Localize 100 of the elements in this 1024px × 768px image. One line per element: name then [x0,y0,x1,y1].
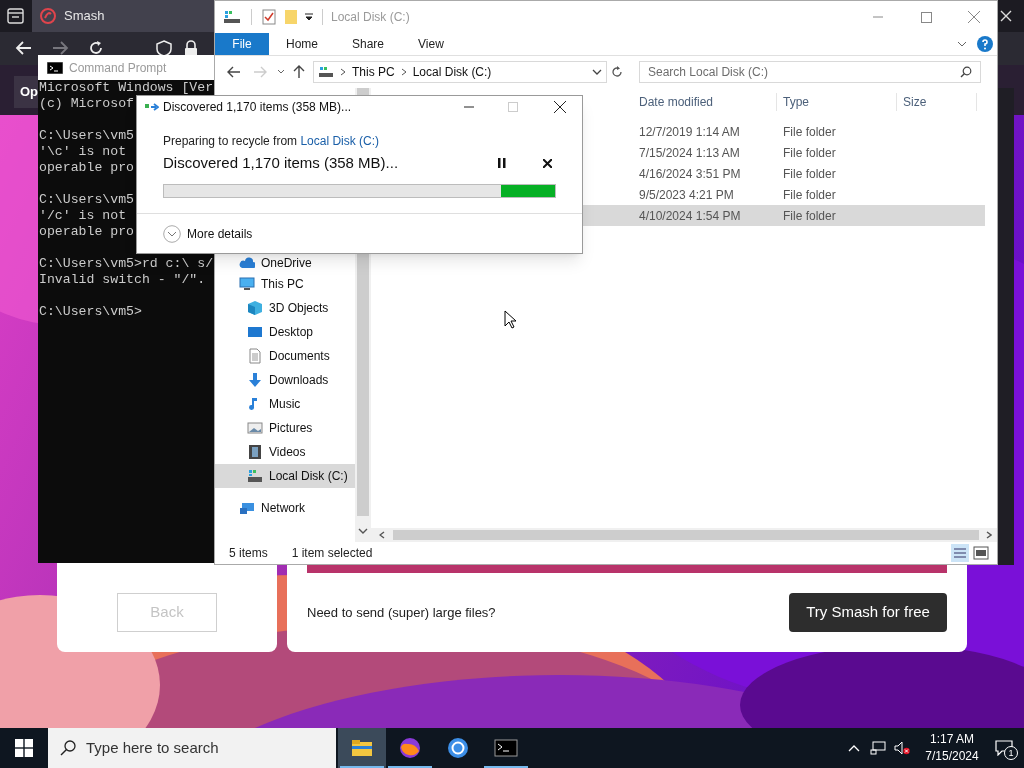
drive-icon [318,66,334,78]
search-icon [60,740,76,756]
nav-item[interactable]: Downloads [215,368,355,392]
table-cell-text: 7/15/2024 1:13 AM [638,144,741,162]
progress-heading: Discovered 1,170 items (358 MB)... [163,153,400,173]
menu-button[interactable]: Op [14,76,38,108]
computer-icon [239,276,255,292]
try-button[interactable]: Try Smash for free [789,593,947,632]
ribbon-tab[interactable]: File [215,33,269,55]
search-icon [960,66,972,78]
nav-item[interactable]: Music [215,392,355,416]
console-line: '/c' is not [39,208,127,224]
notification-count: 1 [1004,746,1018,760]
reload-icon[interactable] [88,40,104,56]
back-arrow-icon[interactable] [227,66,241,78]
table-cell-text: File folder [782,144,837,162]
nav-item[interactable]: Network [215,496,355,520]
dropdown-icon[interactable] [304,12,314,22]
dialog-title: Discovered 1,170 items (358 MB)... [163,99,352,116]
tiles-view-icon[interactable] [973,546,989,560]
column-header[interactable]: Size [897,93,977,111]
breadcrumb-item[interactable]: Local Disk (C:) [406,63,498,81]
shield-icon[interactable] [156,40,172,57]
chevron-down-icon[interactable] [277,69,285,75]
nav-item[interactable]: Videos [215,440,355,464]
expand-icon[interactable] [163,224,181,243]
nav-item[interactable]: 3D Objects [215,296,355,320]
chevron-icon [340,68,346,76]
table-cell-text: 4/10/2024 1:54 PM [638,207,742,225]
up-arrow-icon[interactable] [293,65,305,79]
breadcrumb-item[interactable]: This PC [346,63,401,81]
chevron-down-icon[interactable] [592,69,602,75]
search-field[interactable]: Type here to search [48,728,336,768]
ribbon-tab[interactable]: View [401,33,461,55]
notification-button[interactable]: 1 [984,728,1024,768]
table-cell-text: 4/16/2024 3:51 PM [638,165,742,183]
properties-icon[interactable] [262,9,276,25]
cube-icon [247,300,263,316]
table-cell-text: File folder [782,207,837,225]
table-cell-text: File folder [782,186,837,204]
status-text: 5 items [229,545,268,562]
column-header[interactable]: Type [777,93,897,111]
progress-fill [501,184,555,197]
console-line: C:\Users\vm5 [39,192,134,208]
ribbon-tab[interactable]: Home [269,33,335,55]
maximize-icon [508,102,518,112]
chevron-down-icon[interactable] [957,41,967,47]
help-icon[interactable] [977,36,993,52]
nav-item[interactable]: This PC [215,272,355,296]
nav-item[interactable]: Desktop [215,320,355,344]
console-line: Invalid switch - "/". [39,272,206,288]
nav-item[interactable]: Documents [215,344,355,368]
close-icon[interactable] [554,101,566,113]
date-text: 7/15/2024 [925,748,979,765]
maximize-icon[interactable] [921,11,932,23]
network-icon[interactable] [870,741,886,755]
table-cell-text: File folder [782,165,837,183]
location-link[interactable]: Local Disk (C:) [300,134,380,148]
nav-item[interactable]: Pictures [215,416,355,440]
clock[interactable]: 1:17 AM 7/15/2024 [920,731,984,765]
browser-tab[interactable]: Smash [32,0,214,32]
search-field[interactable]: Search Local Disk (C:) [639,61,981,83]
promo-text: Need to send (super) large files? [307,603,496,622]
desktop-icon [247,324,263,340]
window-title: Command Prompt [69,59,167,77]
chevron-right-icon[interactable] [986,531,992,539]
status-text: 1 item selected [291,545,373,562]
address-bar[interactable]: This PC Local Disk (C:) [313,61,607,83]
windows-icon [15,739,33,757]
network-icon [239,500,255,516]
table-cell-text: File folder [782,123,837,141]
console-line: Microsoft Windows [Ver [39,80,214,96]
chevron-left-icon[interactable] [379,531,385,539]
console-line: (c) Microsof [39,96,134,112]
console-line: C:\Users\vm5>rd c:\ s/ [39,256,214,272]
pause-icon[interactable] [498,158,506,169]
terminal-icon [47,61,63,74]
cloud-icon [239,255,255,271]
console-line: operable pro [39,160,134,176]
refresh-icon[interactable] [611,66,623,78]
chevron-up-icon[interactable] [848,744,860,752]
column-header[interactable]: Date modified [633,93,777,111]
console-line: '\c' is not [39,144,127,160]
speaker-muted-icon[interactable] [894,741,910,755]
cancel-icon[interactable] [543,158,552,168]
logo-icon [40,8,56,24]
table-cell-text: 9/5/2023 4:21 PM [638,186,735,204]
nav-item[interactable]: Local Disk (C:) [215,464,355,488]
nav-item[interactable]: OneDrive [215,254,355,272]
sidebar-icon[interactable] [7,8,24,24]
time-text: 1:17 AM [930,731,974,748]
document-icon [247,348,263,364]
download-icon [247,372,263,388]
ribbon-tab[interactable]: Share [335,33,402,55]
chevron-icon [400,68,407,76]
table-cell-text: 12/7/2019 1:14 AM [638,123,741,141]
forward-arrow-icon[interactable] [52,40,69,56]
chevron-down-icon[interactable] [358,528,368,534]
more-details-link[interactable]: More details [187,224,253,243]
message-icon [995,740,1013,756]
